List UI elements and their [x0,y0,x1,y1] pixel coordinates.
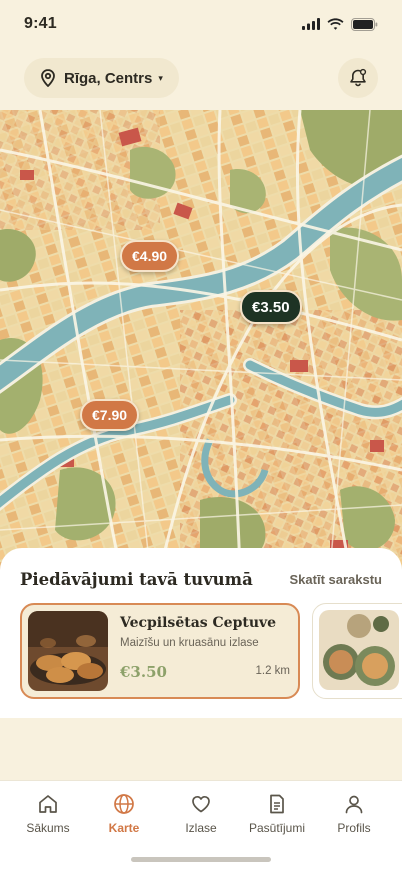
status-bar: 9:41 [0,0,402,48]
status-icons [302,17,378,31]
receipt-icon [270,794,284,814]
offer-price: €3.50 [120,663,167,681]
user-icon [345,795,363,814]
offer-name: Vecpilsētas Ceptuve [120,615,277,631]
globe-icon [114,794,134,814]
header: Rīga, Centrs ▾ [0,56,402,100]
tab-label: Pasūtījumi [248,821,306,835]
offer-card[interactable]: Vecpilsētas Ceptuve Maizīšu un kruasānu … [20,603,300,699]
offer-details: Vecpilsētas Ceptuve Maizīšu un kruasānu … [120,611,292,691]
chevron-down-icon: ▾ [158,72,163,83]
tab-label: Izlase [185,821,217,835]
offer-image [319,610,399,690]
map-price-label: €3.50 [252,298,290,316]
home-icon [39,795,57,813]
map-price-label: €4.90 [132,248,168,264]
notifications-button[interactable] [338,58,378,98]
location-pin-icon [41,69,55,87]
map-tiles [0,110,402,570]
wifi-icon [327,18,344,30]
offer-card[interactable] [312,603,402,699]
map-price-pin[interactable]: €7.90 [80,399,140,431]
offer-description: Maizīšu un kruasānu izlase [120,637,259,649]
bell-icon [350,68,367,87]
offer-distance: 1.2 km [255,665,290,677]
sheet-header: Piedāvājumi tavā tuvumā Skatīt sarakstu [20,570,382,589]
map-view[interactable]: €4.90 €3.50 €7.90 [0,110,402,570]
tab-favorites[interactable]: Izlase [161,793,241,835]
bottom-tab-bar: Sākums Karte Izlase Pasūtījumi Profils [0,780,402,870]
tab-label: Profils [337,821,371,835]
offer-image [28,611,108,691]
location-selector[interactable]: Rīga, Centrs ▾ [24,58,179,98]
nearby-offers-sheet: Piedāvājumi tavā tuvumā Skatīt sarakstu [0,548,402,718]
tab-orders[interactable]: Pasūtījumi [237,793,317,835]
tab-profile[interactable]: Profils [314,793,394,835]
view-list-link[interactable]: Skatīt sarakstu [290,572,383,587]
tab-home[interactable]: Sākums [8,793,88,835]
battery-icon [351,17,378,31]
section-title: Piedāvājumi tavā tuvumā [20,570,253,589]
home-indicator [131,857,271,862]
map-price-pin[interactable]: €4.90 [120,240,180,272]
map-price-pin-selected[interactable]: €3.50 [240,290,302,324]
status-time: 9:41 [24,15,57,32]
tab-map[interactable]: Karte [84,793,164,835]
map-price-label: €7.90 [92,407,128,423]
offer-carousel[interactable]: Vecpilsētas Ceptuve Maizīšu un kruasānu … [20,603,402,699]
signal-icon [302,18,320,30]
heart-icon [192,795,210,813]
tab-label: Karte [108,821,140,835]
location-label: Rīga, Centrs [64,69,153,87]
tab-label: Sākums [26,821,70,835]
